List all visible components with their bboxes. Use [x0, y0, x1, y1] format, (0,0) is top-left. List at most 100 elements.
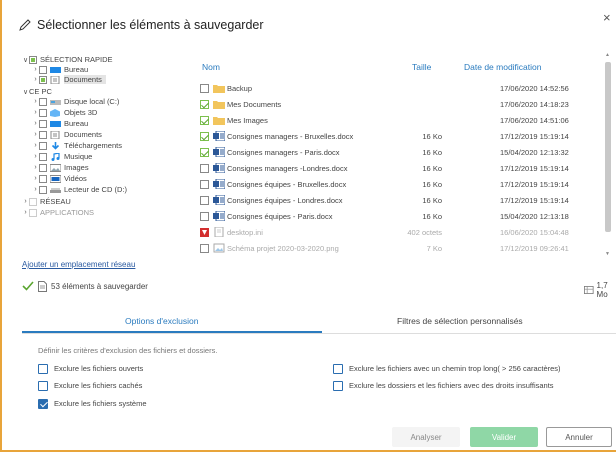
tree-checkbox[interactable] — [39, 97, 47, 106]
table-row[interactable]: Consignes équipes - Paris.docx 16 Ko 15/04… — [196, 210, 606, 223]
expand-chevron-icon[interactable]: › — [32, 98, 39, 105]
table-row[interactable]: Consignes managers -Londres.docx 16 Ko 17/… — [196, 162, 606, 175]
table-row[interactable]: Consignes managers - Bruxelles.docx 16 Ko… — [196, 130, 606, 143]
tree-checkbox[interactable] — [39, 130, 47, 139]
option-checkbox[interactable] — [38, 398, 48, 409]
row-checkbox[interactable] — [200, 196, 209, 205]
exclusion-option[interactable]: Exclure les fichiers avec un chemin trop… — [333, 363, 561, 374]
table-row[interactable]: desktop.ini 402 octets 16/06/2020 15:04:48 — [196, 226, 606, 239]
dialog-title: Sélectionner les éléments à sauvegarder — [37, 18, 264, 32]
folder-icon — [213, 117, 225, 125]
valider-button[interactable]: Valider — [470, 427, 538, 447]
row-checkbox[interactable] — [200, 244, 209, 253]
tree-item[interactable]: › Documents — [32, 129, 102, 140]
tree-checkbox[interactable] — [39, 163, 47, 172]
tree-item[interactable]: › RÉSEAU — [22, 196, 71, 207]
tree-item[interactable]: › Vidéos — [32, 173, 86, 184]
tree-item-label: Objets 3D — [64, 108, 98, 117]
tree-item[interactable]: › Musique — [32, 151, 92, 162]
expand-chevron-icon[interactable]: › — [32, 76, 39, 83]
expand-chevron-icon[interactable]: › — [32, 66, 39, 73]
word-document-icon — [213, 211, 225, 221]
row-checkbox[interactable] — [200, 132, 209, 141]
table-scrollbar[interactable]: ▲ ▼ — [604, 52, 612, 257]
exclusion-option[interactable]: Exclure les fichiers cachés — [38, 380, 142, 391]
expand-chevron-icon[interactable]: › — [22, 198, 29, 205]
tree-checkbox[interactable] — [39, 75, 47, 84]
row-checkbox[interactable] — [200, 180, 209, 189]
column-header-size[interactable]: Taille — [412, 62, 431, 72]
exclusion-option[interactable]: Exclure les fichiers système — [38, 398, 147, 409]
annuler-button[interactable]: Annuler — [546, 427, 612, 447]
expand-chevron-icon[interactable]: ∨ — [22, 56, 29, 64]
analyser-button[interactable]: Analyser — [392, 427, 460, 447]
tree-checkbox[interactable] — [39, 174, 47, 183]
desktop-icon — [50, 66, 61, 73]
file-size: 16 Ko — [422, 180, 442, 189]
scroll-up-icon[interactable]: ▲ — [605, 52, 610, 58]
tree-item[interactable]: › Bureau — [32, 118, 88, 129]
expand-chevron-icon[interactable]: › — [32, 164, 39, 171]
summary-text: 53 éléments à sauvegarder — [51, 281, 148, 291]
tree-item[interactable]: › Documents — [32, 74, 106, 85]
storage-icon — [584, 286, 594, 294]
tree-item[interactable]: › Lecteur de CD (D:) — [32, 184, 127, 195]
tree-item[interactable]: › Images — [32, 162, 88, 173]
table-row[interactable]: Consignes équipes - Bruxelles.docx 16 Ko 1… — [196, 178, 606, 191]
close-icon[interactable]: × — [603, 10, 611, 25]
file-name: Consignes managers -Londres.docx — [227, 164, 348, 173]
expand-chevron-icon[interactable]: › — [32, 120, 39, 127]
row-checkbox[interactable] — [200, 164, 209, 173]
tree-item-label: Bureau — [64, 119, 89, 128]
table-row[interactable]: Backup 17/06/2020 14:52:56 — [196, 82, 606, 95]
expand-chevron-icon[interactable]: ∨ — [22, 88, 29, 96]
table-row[interactable]: Consignes équipes - Londres.docx 16 Ko 17/… — [196, 194, 606, 207]
row-checkbox[interactable] — [200, 148, 209, 157]
row-checkbox[interactable] — [200, 116, 209, 125]
tree-checkbox[interactable] — [39, 119, 47, 128]
scroll-down-icon[interactable]: ▼ — [605, 251, 610, 257]
exclusion-option[interactable]: Exclure les fichiers ouverts — [38, 363, 143, 374]
column-header-date[interactable]: Date de modification — [464, 62, 542, 72]
column-header-name[interactable]: Nom — [202, 62, 220, 72]
tab-exclusion-options[interactable]: Options d'exclusion — [125, 316, 198, 326]
expand-chevron-icon[interactable]: › — [32, 142, 39, 149]
row-checkbox[interactable] — [200, 212, 209, 221]
tree-checkbox[interactable] — [39, 185, 47, 194]
tree-checkbox[interactable] — [29, 197, 37, 206]
tree-item[interactable]: › Objets 3D — [32, 107, 97, 118]
exclusion-option[interactable]: Exclure les dossiers et les fichiers ave… — [333, 380, 554, 391]
add-network-location-link[interactable]: Ajouter un emplacement réseau — [22, 260, 135, 269]
tree-checkbox[interactable] — [39, 65, 47, 74]
row-checkbox[interactable] — [200, 84, 209, 93]
tree-checkbox[interactable] — [29, 55, 37, 64]
expand-chevron-icon[interactable]: › — [32, 175, 39, 182]
tree-item[interactable]: › APPLICATIONS — [22, 207, 94, 218]
tree-item-label: Musique — [64, 152, 93, 161]
table-row[interactable]: Schéma projet 2020-03-2020.png 7 Ko 17/12/… — [196, 242, 606, 255]
table-row[interactable]: Consignes managers - Paris.docx 16 Ko 15/0… — [196, 146, 606, 159]
table-row[interactable]: Mes Documents 17/06/2020 14:18:23 — [196, 98, 606, 111]
file-name: Backup — [227, 84, 253, 93]
expand-chevron-icon[interactable]: › — [32, 109, 39, 116]
option-checkbox[interactable] — [333, 363, 343, 374]
tree-checkbox[interactable] — [39, 108, 47, 117]
tree-checkbox[interactable] — [39, 152, 47, 161]
tree-item[interactable]: › Disque local (C:) — [32, 96, 119, 107]
expand-chevron-icon[interactable]: › — [32, 186, 39, 193]
expand-chevron-icon[interactable]: › — [32, 153, 39, 160]
music-icon — [51, 152, 60, 161]
option-checkbox[interactable] — [38, 363, 48, 374]
expand-chevron-icon[interactable]: › — [32, 131, 39, 138]
scroll-thumb[interactable] — [605, 62, 611, 232]
tree-checkbox[interactable] — [39, 141, 47, 150]
tree-item[interactable]: › Téléchargements — [32, 140, 122, 151]
tree-checkbox[interactable] — [29, 208, 37, 217]
table-row[interactable]: Mes Images 17/06/2020 14:51:06 — [196, 114, 606, 127]
option-checkbox[interactable] — [333, 380, 343, 391]
expand-chevron-icon[interactable]: › — [22, 209, 29, 216]
tab-custom-filters[interactable]: Filtres de sélection personnalisés — [397, 316, 523, 326]
row-checkbox[interactable] — [200, 100, 209, 109]
option-checkbox[interactable] — [38, 380, 48, 391]
images-icon — [50, 163, 61, 172]
